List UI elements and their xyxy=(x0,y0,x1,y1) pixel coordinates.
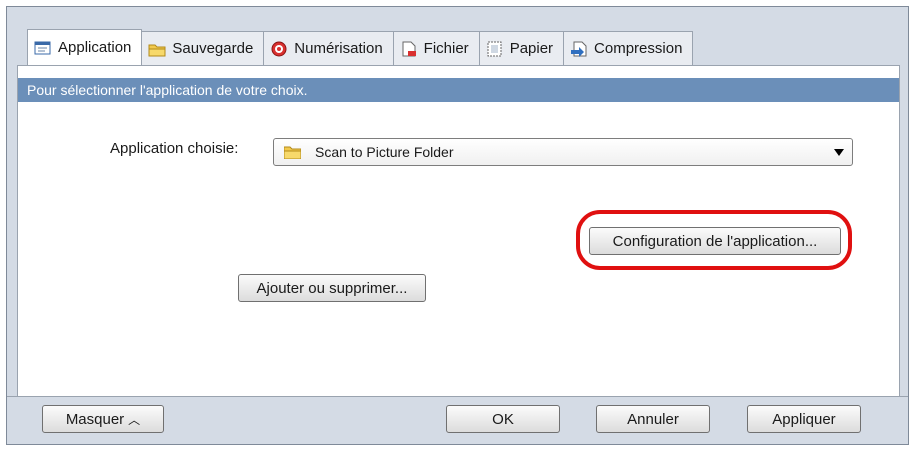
hide-button[interactable]: Masquer ︿ xyxy=(42,405,164,433)
highlight-circle xyxy=(576,210,852,270)
tab-compression[interactable]: Compression xyxy=(563,31,694,65)
tab-fichier-label: Fichier xyxy=(423,40,469,57)
tab-sauvegarde[interactable]: Sauvegarde xyxy=(141,31,265,65)
tab-papier-label: Papier xyxy=(509,40,554,57)
file-icon xyxy=(400,41,418,57)
add-remove-button[interactable]: Ajouter ou supprimer... xyxy=(238,274,426,302)
apply-button[interactable]: Appliquer xyxy=(747,405,861,433)
tab-sauvegarde-label: Sauvegarde xyxy=(172,40,254,57)
tab-content-panel: Pour sélectionner l'application de votre… xyxy=(17,65,900,397)
info-bar: Pour sélectionner l'application de votre… xyxy=(18,78,899,102)
footer-divider xyxy=(7,396,908,397)
hide-button-label: Masquer xyxy=(65,410,125,428)
cancel-button[interactable]: Annuler xyxy=(596,405,710,433)
paper-icon xyxy=(486,41,504,57)
save-folder-icon xyxy=(148,41,166,57)
tab-papier[interactable]: Papier xyxy=(478,31,565,65)
scan-settings-window: Application Sauvegarde Numérisation Fich… xyxy=(6,6,909,445)
tab-fichier[interactable]: Fichier xyxy=(392,31,480,65)
ok-button[interactable]: OK xyxy=(446,405,560,433)
application-label: Application choisie: xyxy=(110,140,239,157)
tab-numerisation-label: Numérisation xyxy=(294,40,383,57)
selected-application: Scan to Picture Folder xyxy=(315,144,454,160)
chevron-up-icon: ︿ xyxy=(128,412,141,427)
application-select[interactable]: Scan to Picture Folder xyxy=(273,138,853,166)
application-icon xyxy=(34,40,52,56)
tab-application[interactable]: Application xyxy=(27,29,143,65)
compression-icon xyxy=(570,41,588,57)
folder-icon xyxy=(283,146,302,159)
tab-compression-label: Compression xyxy=(594,40,683,57)
tab-application-label: Application xyxy=(58,39,132,56)
scan-icon xyxy=(270,41,288,57)
chevron-down-icon[interactable] xyxy=(834,149,844,156)
tab-bar: Application Sauvegarde Numérisation Fich… xyxy=(27,29,694,65)
tab-numerisation[interactable]: Numérisation xyxy=(263,31,394,65)
